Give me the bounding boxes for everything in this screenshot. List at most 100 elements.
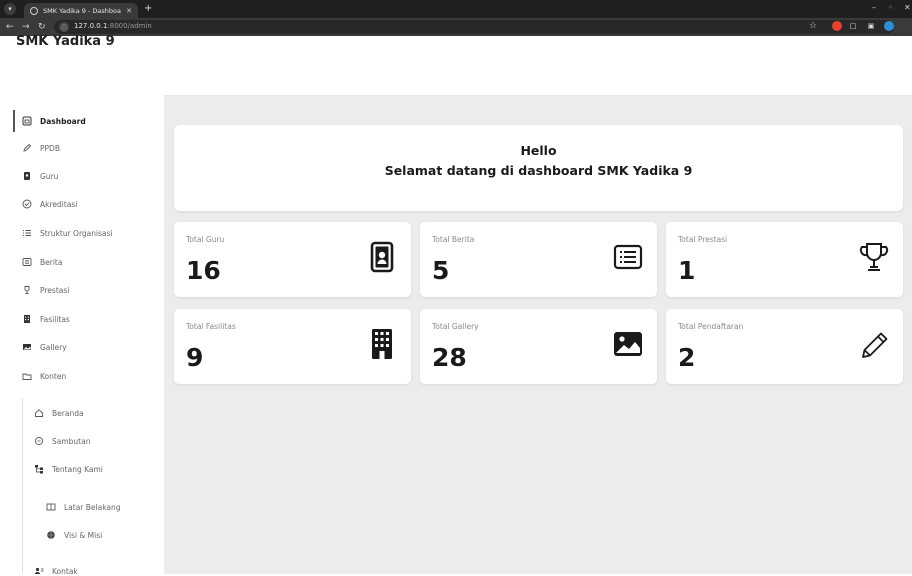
top-header [164, 36, 912, 96]
id-badge-icon [22, 171, 32, 181]
sidebar-item-label: Gallery [40, 342, 67, 352]
sidebar-item-label: Guru [40, 171, 59, 181]
stat-label: Total Prestasi [678, 235, 728, 244]
minimize-icon[interactable]: – [872, 3, 876, 12]
stat-card-fasilitas[interactable]: Total Fasilitas 9 [174, 309, 411, 384]
welcome-card: Hello Selamat datang di dashboard SMK Ya… [174, 125, 903, 211]
sidebar-item-berita[interactable]: Berita [22, 257, 62, 267]
sidebar-item-label: Fasilitas [40, 314, 70, 324]
sidebar-subitem-tentang-kami[interactable]: Tentang Kami [34, 464, 103, 474]
stat-value: 2 [678, 343, 696, 372]
list-icon [22, 228, 32, 238]
sidebar-item-label: Kontak [52, 566, 78, 576]
sidebar-item-akreditasi[interactable]: Akreditasi [22, 199, 77, 209]
sidebar-item-gallery[interactable]: Gallery [22, 342, 67, 352]
profile-avatar[interactable] [884, 21, 894, 31]
stat-label: Total Pendaftaran [678, 322, 744, 331]
building-icon [372, 329, 392, 359]
extension-puzzle-icon[interactable]: □ [848, 21, 858, 31]
sidebar-item-label: Visi & Misi [64, 530, 103, 540]
pencil-icon [862, 332, 888, 358]
url-host: 127.0.0.1 [74, 22, 108, 30]
image-icon [614, 332, 642, 356]
dashboard-icon [22, 116, 32, 126]
sidebar-item-struktur-organisasi[interactable]: Struktur Organisasi [22, 228, 113, 238]
stat-card-prestasi[interactable]: Total Prestasi 1 [666, 222, 903, 297]
tab-title: SMK Yadika 9 - Dashboard [43, 6, 122, 15]
bookmark-star-icon[interactable]: ☆ [809, 21, 817, 31]
sidebar-item-prestasi[interactable]: Prestasi [22, 285, 69, 295]
stat-value: 5 [432, 256, 450, 285]
sidebar-item-konten[interactable]: Konten [22, 371, 66, 381]
sidebar-item-guru[interactable]: Guru [22, 171, 58, 181]
back-icon[interactable]: ← [6, 21, 14, 33]
new-tab-button[interactable]: + [144, 3, 152, 15]
sidebar-item-label: Konten [40, 371, 67, 381]
stat-value: 16 [186, 256, 221, 285]
sidebar-item-label: PPDB [40, 143, 60, 153]
brand-title: SMK Yadika 9 [16, 34, 115, 49]
restore-icon[interactable]: ◦ [888, 3, 893, 12]
image-icon [22, 342, 32, 352]
sidepanel-icon[interactable]: ▣ [866, 21, 876, 31]
sidebar-item-ppdb[interactable]: PPDB [22, 143, 60, 153]
sidebar-subitem-beranda[interactable]: Beranda [34, 408, 84, 418]
sidebar-item-label: Beranda [52, 408, 84, 418]
contact-icon [34, 566, 44, 576]
book-icon [46, 502, 56, 512]
chat-icon [34, 436, 44, 446]
stat-label: Total Berita [432, 235, 475, 244]
sidebar-item-label: Struktur Organisasi [40, 228, 113, 238]
diagram-icon [34, 464, 44, 474]
sidebar-item-label: Sambutan [52, 436, 91, 446]
window-menu-button[interactable]: ▾ [4, 3, 16, 15]
address-bar[interactable]: ⓘ 127.0.0.1:8000/admin ☆ [54, 20, 894, 34]
id-badge-icon [370, 241, 394, 273]
stat-value: 28 [432, 343, 467, 372]
stat-label: Total Fasilitas [186, 322, 236, 331]
browser-tab[interactable]: SMK Yadika 9 - Dashboard ✕ [24, 3, 138, 18]
tab-close-icon[interactable]: ✕ [126, 7, 132, 15]
pencil-icon [22, 143, 32, 153]
sidebar-subsubitem-latar-belakang[interactable]: Latar Belakang [46, 502, 121, 512]
sidebar-subsubitem-visi-misi[interactable]: Visi & Misi [46, 530, 102, 540]
globe-icon [46, 530, 56, 540]
trophy-icon [859, 243, 889, 271]
url-path: :8000/admin [107, 22, 152, 30]
sidebar-subitem-kontak[interactable]: Kontak [34, 566, 78, 576]
stat-card-gallery[interactable]: Total Gallery 28 [420, 309, 657, 384]
stat-card-guru[interactable]: Total Guru 16 [174, 222, 411, 297]
welcome-subtitle: Selamat datang di dashboard SMK Yadika 9 [384, 163, 693, 178]
stat-card-pendaftaran[interactable]: Total Pendaftaran 2 [666, 309, 903, 384]
tab-favicon-icon [30, 6, 38, 15]
sidebar-item-label: Dashboard [40, 116, 86, 126]
stat-value: 9 [186, 343, 204, 372]
stat-label: Total Guru [186, 235, 225, 244]
sidebar-subitem-sambutan[interactable]: Sambutan [34, 436, 90, 446]
forward-icon[interactable]: → [22, 21, 30, 33]
sidebar-item-label: Berita [40, 257, 63, 267]
check-circle-icon [22, 199, 32, 209]
welcome-title: Hello [520, 143, 557, 158]
sidebar-item-fasilitas[interactable]: Fasilitas [22, 314, 70, 324]
stat-card-berita[interactable]: Total Berita 5 [420, 222, 657, 297]
stat-label: Total Gallery [432, 322, 479, 331]
extension-shield-icon[interactable] [832, 21, 842, 31]
news-icon [613, 244, 643, 270]
home-icon [34, 408, 44, 418]
close-window-icon[interactable]: ✕ [904, 3, 911, 12]
site-info-icon[interactable]: ⓘ [59, 22, 69, 32]
url-text: 127.0.0.1:8000/admin [74, 22, 152, 30]
sidebar-item-label: Latar Belakang [64, 502, 121, 512]
sidebar-item-label: Prestasi [40, 285, 70, 295]
trophy-icon [22, 285, 32, 295]
submenu-divider [22, 398, 23, 573]
sidebar-item-label: Tentang Kami [52, 464, 103, 474]
building-icon [22, 314, 32, 324]
reload-icon[interactable]: ↻ [38, 21, 46, 33]
sidebar-item-label: Akreditasi [40, 199, 78, 209]
sidebar-item-dashboard[interactable]: Dashboard [22, 116, 86, 126]
active-indicator [13, 110, 15, 132]
stat-value: 1 [678, 256, 696, 285]
news-icon [22, 257, 32, 267]
